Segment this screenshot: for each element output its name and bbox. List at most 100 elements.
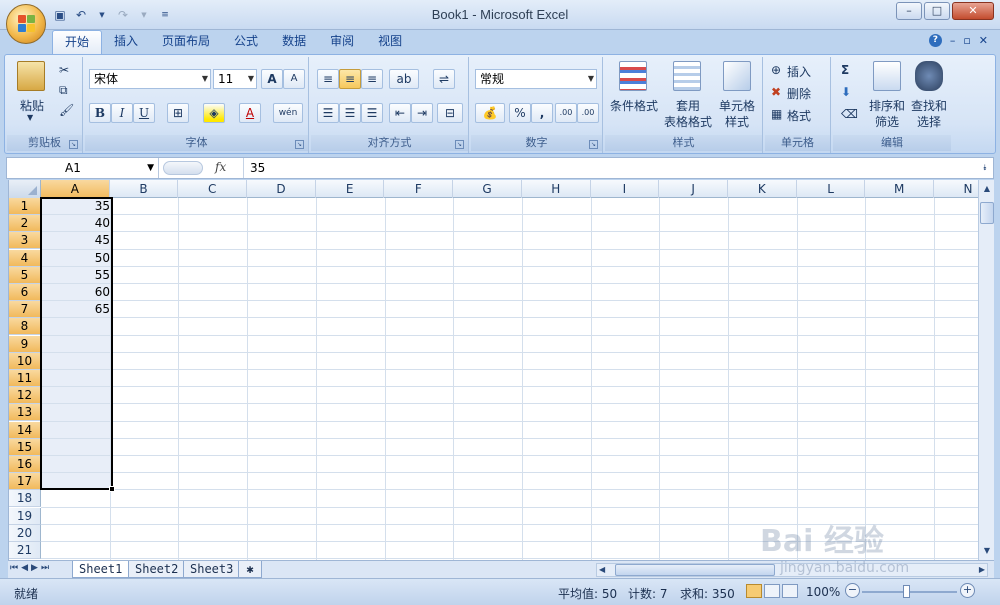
decrease-decimal-button[interactable]: .00: [577, 103, 599, 123]
tab-data[interactable]: 数据: [270, 30, 318, 54]
tab-page-layout[interactable]: 页面布局: [150, 30, 222, 54]
orientation-icon[interactable]: ab: [389, 69, 419, 89]
clear-icon[interactable]: ⌫: [841, 107, 858, 121]
format-as-table-label-1[interactable]: 套用: [663, 97, 713, 114]
row-header-12[interactable]: 12: [9, 387, 41, 405]
underline-button[interactable]: U: [133, 103, 155, 123]
paste-icon[interactable]: [17, 61, 45, 91]
row-header-18[interactable]: 18: [9, 490, 41, 508]
office-button[interactable]: [6, 4, 46, 44]
align-left-icon[interactable]: ☰: [317, 103, 339, 123]
last-sheet-icon[interactable]: ⏭: [41, 563, 49, 573]
fill-handle[interactable]: [109, 486, 115, 492]
workbook-minimize-icon[interactable]: –: [950, 34, 956, 47]
cell-styles-label-1[interactable]: 单元格: [713, 97, 761, 114]
font-size-select[interactable]: 11 ▼: [213, 69, 257, 89]
tab-review[interactable]: 审阅: [318, 30, 366, 54]
maximize-button[interactable]: □: [924, 2, 950, 20]
vertical-scrollbar[interactable]: ▲ ▼: [978, 180, 994, 560]
column-header-e[interactable]: E: [316, 180, 385, 198]
page-layout-view-icon[interactable]: [764, 584, 780, 598]
zoom-level[interactable]: 100%: [806, 585, 840, 599]
grow-font-button[interactable]: A: [261, 69, 283, 89]
name-box[interactable]: A1 ▼: [7, 158, 159, 178]
scroll-left-icon[interactable]: ◀: [599, 564, 605, 576]
clipboard-launcher-icon[interactable]: ↘: [69, 140, 78, 149]
insert-cells-button[interactable]: 插入: [787, 63, 811, 80]
horizontal-scroll-thumb[interactable]: [615, 564, 775, 576]
autosum-button[interactable]: Σ: [841, 63, 849, 77]
font-color-button[interactable]: A: [239, 103, 261, 123]
expand-formula-bar-icon[interactable]: ⯯: [978, 159, 992, 177]
increase-indent-icon[interactable]: ⇥: [411, 103, 433, 123]
delete-cells-button[interactable]: 删除: [787, 85, 811, 102]
vertical-scroll-thumb[interactable]: [980, 202, 994, 224]
column-header-i[interactable]: I: [591, 180, 660, 198]
increase-decimal-button[interactable]: .00: [555, 103, 577, 123]
insert-sheet-icon[interactable]: ✱: [238, 561, 262, 578]
row-header-13[interactable]: 13: [9, 404, 41, 422]
column-header-a[interactable]: A: [41, 180, 110, 198]
column-header-f[interactable]: F: [385, 180, 454, 198]
find-select-icon[interactable]: [915, 61, 943, 91]
row-header-5[interactable]: 5: [9, 266, 41, 284]
first-sheet-icon[interactable]: ⏮: [10, 563, 18, 573]
help-icon[interactable]: ?: [928, 34, 942, 47]
row-header-15[interactable]: 15: [9, 438, 41, 456]
number-format-select[interactable]: 常规 ▼: [475, 69, 597, 89]
row-header-17[interactable]: 17: [9, 473, 41, 491]
borders-icon[interactable]: ⊞: [167, 103, 189, 123]
row-header-20[interactable]: 20: [9, 524, 41, 542]
prev-sheet-icon[interactable]: ◀: [21, 563, 28, 573]
tab-home[interactable]: 开始: [52, 30, 103, 54]
conditional-formatting-button[interactable]: 条件格式: [605, 97, 663, 114]
row-header-11[interactable]: 11: [9, 370, 41, 387]
fill-color-icon[interactable]: ◈: [203, 103, 225, 123]
format-cells-icon[interactable]: ▦: [771, 107, 782, 121]
decrease-indent-icon[interactable]: ⇤: [389, 103, 411, 123]
sheet-tab-1[interactable]: Sheet1: [72, 561, 130, 578]
number-launcher-icon[interactable]: ↘: [589, 140, 598, 149]
column-header-b[interactable]: B: [110, 180, 179, 198]
insert-cells-icon[interactable]: ⊕: [771, 63, 781, 77]
column-header-m[interactable]: M: [865, 180, 935, 198]
bold-button[interactable]: B: [89, 103, 111, 123]
zoom-in-icon[interactable]: +: [960, 583, 975, 598]
row-header-7[interactable]: 7: [9, 301, 41, 319]
row-header-21[interactable]: 21: [9, 542, 41, 559]
next-sheet-icon[interactable]: ▶: [31, 563, 38, 573]
scroll-up-icon[interactable]: ▲: [980, 182, 994, 196]
row-header-14[interactable]: 14: [9, 421, 41, 439]
phonetic-button[interactable]: wén: [273, 103, 303, 123]
column-header-h[interactable]: H: [522, 180, 591, 198]
merge-center-icon[interactable]: ⊟: [437, 103, 463, 123]
cell-styles-label-2[interactable]: 样式: [713, 113, 761, 130]
sort-filter-label-2[interactable]: 筛选: [867, 113, 907, 130]
row-header-16[interactable]: 16: [9, 456, 41, 473]
font-launcher-icon[interactable]: ↘: [295, 140, 304, 149]
alignment-launcher-icon[interactable]: ↘: [455, 140, 464, 149]
row-header-6[interactable]: 6: [9, 284, 41, 301]
find-select-label-1[interactable]: 查找和: [907, 97, 951, 114]
close-button[interactable]: ✕: [952, 2, 994, 20]
delete-cells-icon[interactable]: ✖: [771, 85, 781, 99]
format-cells-button[interactable]: 格式: [787, 107, 811, 124]
row-header-9[interactable]: 9: [9, 335, 41, 353]
formula-input[interactable]: 35: [243, 158, 983, 178]
tab-view[interactable]: 视图: [366, 30, 414, 54]
minimize-button[interactable]: –: [896, 2, 922, 20]
align-bottom-icon[interactable]: ≡: [361, 69, 383, 89]
sheet-tab-2[interactable]: Sheet2: [128, 561, 186, 578]
format-painter-icon[interactable]: 🖌: [59, 103, 74, 117]
column-header-l[interactable]: L: [797, 180, 866, 198]
paste-dropdown-icon[interactable]: ▼: [27, 113, 33, 122]
page-break-view-icon[interactable]: [782, 584, 798, 598]
paste-button[interactable]: 粘贴: [17, 97, 47, 114]
fill-icon[interactable]: ⬇: [841, 85, 851, 99]
column-header-d[interactable]: D: [247, 180, 316, 198]
sort-filter-label-1[interactable]: 排序和: [867, 97, 907, 114]
insert-function-button[interactable]: fx: [215, 160, 226, 174]
cut-icon[interactable]: ✂: [59, 63, 69, 77]
zoom-slider-thumb[interactable]: [903, 585, 910, 598]
comma-style-button[interactable]: ,: [531, 103, 553, 123]
